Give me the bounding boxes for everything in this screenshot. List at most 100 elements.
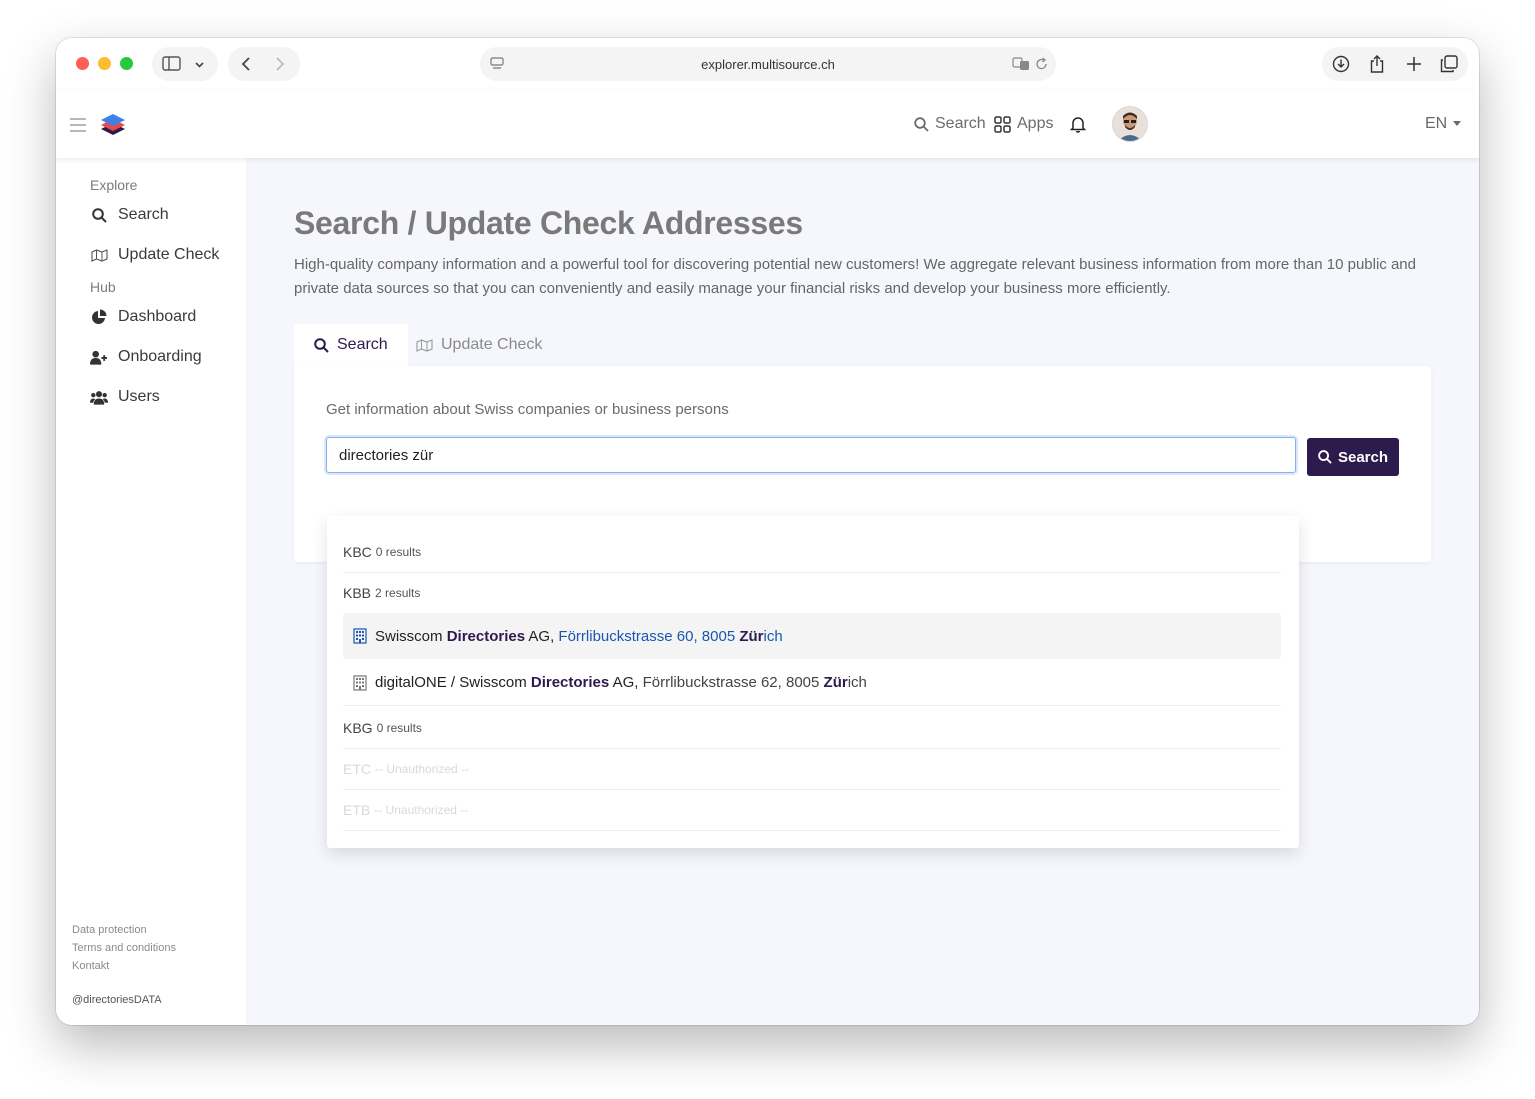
group-code: KBG	[343, 720, 373, 736]
result-name-suffix: AG,	[525, 627, 559, 645]
sidebar-item-label: Dashboard	[118, 308, 197, 325]
sidebar-item-label: Search	[118, 206, 169, 223]
download-icon[interactable]	[1332, 55, 1350, 76]
group-code: ETB	[343, 802, 371, 818]
list-item[interactable]: digitalONE / Swisscom Directories AG, Fö…	[343, 660, 1281, 706]
group-count: -- Unauthorized --	[375, 762, 470, 776]
new-tab-icon[interactable]	[1406, 56, 1422, 75]
minimize-window-button[interactable]	[98, 57, 111, 70]
building-icon	[353, 674, 367, 691]
avatar[interactable]	[1112, 106, 1148, 142]
search-icon	[914, 116, 929, 132]
group-code: ETC	[343, 761, 371, 777]
sidebar: Explore Search Update Check Hub Dashboar…	[56, 158, 246, 1025]
translate-icon[interactable]	[1012, 57, 1030, 74]
result-city-match: Zür	[823, 674, 848, 691]
browser-window: explorer.multisource.ch Search Apps EN E…	[56, 38, 1479, 1025]
page-description: High-quality company information and a p…	[294, 256, 1416, 297]
group-count: 0 results	[376, 721, 422, 735]
header-apps-label: Apps	[1017, 115, 1054, 132]
search-icon	[1318, 450, 1332, 464]
header-search-label: Search	[935, 115, 986, 132]
tab-overview-icon[interactable]	[1440, 55, 1458, 76]
tab-label: Search	[337, 336, 388, 353]
result-city-match: Zür	[739, 627, 764, 645]
sidebar-item-label: Update Check	[118, 246, 220, 263]
group-count: 0 results	[375, 545, 422, 559]
result-name-prefix: Swisscom	[375, 627, 447, 645]
browser-toolbar: explorer.multisource.ch	[56, 38, 1479, 90]
address-bar[interactable]: explorer.multisource.ch	[480, 47, 1056, 81]
footer-link-data-protection[interactable]: Data protection	[72, 924, 147, 936]
sidebar-item-label: Onboarding	[118, 348, 202, 365]
sidebar-item-users[interactable]: Users	[90, 388, 160, 406]
sidebar-item-label: Users	[118, 388, 160, 405]
search-card-label: Get information about Swiss companies or…	[326, 401, 729, 418]
zoom-window-button[interactable]	[120, 57, 133, 70]
language-label: EN	[1425, 115, 1448, 132]
header-search-link[interactable]: Search	[914, 115, 986, 133]
result-name-prefix: digitalONE / Swisscom	[375, 674, 531, 691]
pie-chart-icon	[90, 309, 108, 325]
language-selector[interactable]: EN	[1425, 115, 1462, 133]
page-title: Search / Update Check Addresses	[294, 205, 803, 241]
result-group-kbc: KBC 0 results	[343, 532, 1281, 573]
result-city-rest: ich	[847, 674, 867, 691]
tab-search[interactable]: Search	[294, 324, 408, 366]
sidebar-item-search[interactable]: Search	[90, 206, 169, 224]
sidebar-toggle-icon[interactable]	[162, 56, 181, 74]
back-icon[interactable]	[240, 56, 252, 75]
group-code: KBC	[343, 544, 372, 560]
footer-handle[interactable]: @directoriesDATA	[72, 994, 162, 1006]
sidebar-item-dashboard[interactable]: Dashboard	[90, 308, 196, 326]
logo[interactable]	[100, 111, 126, 141]
app-header: Search Apps EN	[56, 90, 1479, 158]
result-address[interactable]: Förrlibuckstrasse 60, 8005	[558, 628, 739, 645]
header-apps-link[interactable]: Apps	[994, 115, 1053, 133]
result-group-etc: ETC -- Unauthorized --	[343, 749, 1281, 790]
group-count: -- Unauthorized --	[374, 803, 469, 817]
tab-label: Update Check	[441, 336, 543, 353]
chevron-down-icon[interactable]	[194, 58, 205, 73]
tab-update-check[interactable]: Update Check	[396, 324, 562, 366]
sidebar-section-hub: Hub	[90, 279, 116, 295]
sidebar-section-explore: Explore	[90, 177, 138, 193]
search-button[interactable]: Search	[1307, 438, 1399, 476]
result-name-suffix: AG,	[609, 674, 643, 691]
building-icon	[353, 628, 367, 644]
user-plus-icon	[90, 350, 108, 365]
group-code: KBB	[343, 585, 372, 601]
page-menu-icon[interactable]	[490, 57, 504, 74]
sidebar-item-update-check[interactable]: Update Check	[90, 246, 219, 264]
toolbar-actions-group	[1322, 47, 1468, 81]
share-icon[interactable]	[1369, 54, 1385, 77]
map-icon	[90, 248, 108, 262]
company-search-input[interactable]	[326, 437, 1296, 473]
apps-grid-icon	[994, 115, 1011, 133]
result-name-match: Directories	[530, 674, 610, 691]
url-text: explorer.multisource.ch	[701, 57, 835, 72]
main-content: Search / Update Check Addresses High-qua…	[246, 158, 1479, 1025]
group-count: 2 results	[375, 586, 421, 600]
menu-icon[interactable]	[70, 118, 86, 136]
list-item[interactable]: Swisscom Directories AG, Förrlibuckstras…	[343, 613, 1281, 659]
sidebar-item-onboarding[interactable]: Onboarding	[90, 348, 202, 366]
search-suggestions-dropdown: KBC 0 results KBB 2 results Swisscom Dir…	[327, 516, 1299, 848]
map-icon	[416, 338, 433, 352]
search-icon	[314, 337, 329, 353]
forward-icon[interactable]	[274, 56, 286, 75]
result-group-etb: ETB -- Unauthorized --	[343, 790, 1281, 831]
bell-icon[interactable]	[1070, 115, 1086, 133]
sidebar-toggle-group	[152, 47, 218, 81]
result-name-match: Directories	[446, 627, 526, 645]
nav-buttons-group	[228, 47, 300, 81]
close-window-button[interactable]	[76, 57, 89, 70]
reload-icon[interactable]	[1035, 57, 1048, 74]
footer-link-terms[interactable]: Terms and conditions	[72, 942, 176, 954]
caret-down-icon	[1453, 121, 1462, 127]
search-button-label: Search	[1337, 448, 1389, 466]
result-group-kbb: KBB 2 results	[343, 573, 1281, 613]
footer-link-kontakt[interactable]: Kontakt	[72, 960, 109, 972]
search-icon	[90, 207, 108, 223]
result-group-kbg: KBG 0 results	[343, 708, 1281, 749]
